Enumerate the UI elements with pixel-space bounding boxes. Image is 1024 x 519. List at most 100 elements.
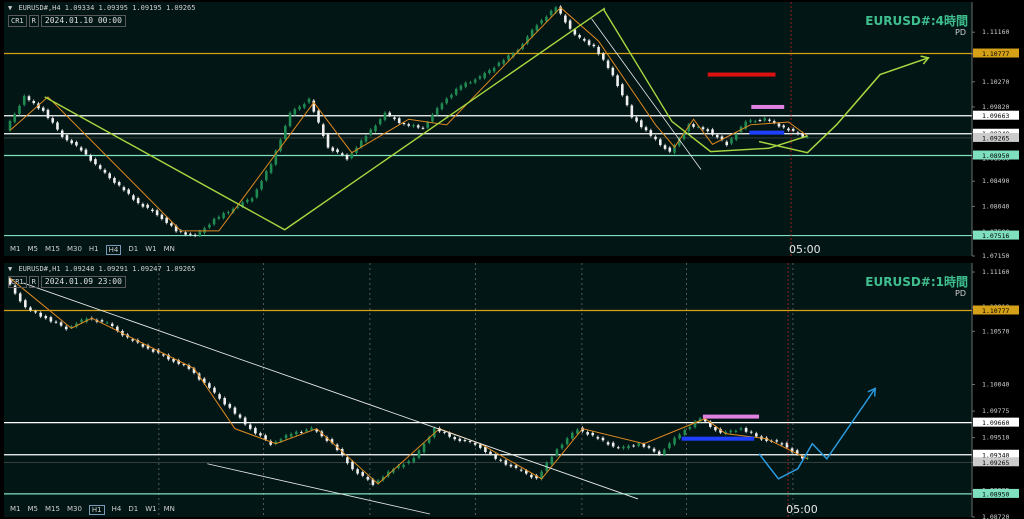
timeframe-m15-button[interactable]: M15 (45, 245, 60, 255)
candle-body (489, 451, 492, 455)
candle-body (701, 127, 705, 130)
candle-body (402, 464, 405, 468)
timeframe-m5-button[interactable]: M5 (28, 505, 39, 515)
h4-plot-area[interactable]: 1.111601.107701.102701.098201.093701.089… (4, 2, 1019, 260)
candle-body (298, 106, 301, 110)
candle-body (412, 125, 415, 127)
candle-body (663, 449, 666, 455)
timeframe-m1-button[interactable]: M1 (10, 245, 21, 255)
candle-body (715, 134, 719, 138)
dropdown-triangle-icon[interactable]: ▼ (8, 4, 12, 12)
candle-body (378, 119, 382, 125)
candle-body (127, 189, 130, 194)
timeframe-m5-button[interactable]: M5 (28, 245, 39, 255)
candle-body (284, 435, 288, 439)
timeframe-m30-button[interactable]: M30 (67, 245, 82, 255)
candle-body (402, 123, 406, 125)
timeframe-mn-button[interactable]: MN (164, 505, 175, 515)
candle-body (336, 149, 339, 153)
candle-body (706, 129, 710, 132)
price-tick-label: 1.10270 (982, 78, 1009, 86)
candle-body (184, 232, 187, 235)
candle-body (711, 129, 714, 135)
h4-r-button[interactable]: R (28, 15, 39, 27)
candle-body (673, 437, 676, 445)
candle-body (725, 141, 729, 146)
candle-body (473, 79, 477, 83)
timeframe-w1-button[interactable]: W1 (145, 245, 156, 255)
candle-body (555, 449, 559, 456)
candle-body (421, 127, 425, 129)
candle-body (246, 199, 249, 203)
candle-body (340, 153, 344, 155)
timeframe-m15-button[interactable]: M15 (45, 505, 60, 515)
zigzag-line (9, 277, 808, 485)
candle-body (165, 217, 168, 223)
candle-body (32, 100, 36, 104)
h1-date-label: 2024.01.09 23:00 (40, 276, 126, 288)
candle-body (212, 218, 216, 225)
timeframe-d1-button[interactable]: D1 (128, 245, 138, 255)
candle-body (514, 465, 518, 468)
candle-body (208, 383, 211, 388)
h4-chart-svg[interactable]: 1.111601.107701.102701.098201.093701.089… (4, 2, 1024, 260)
timeframe-m30-button[interactable]: M30 (67, 505, 82, 515)
candle-body (122, 187, 126, 191)
candle-body (13, 114, 17, 122)
h1-chart-svg[interactable]: 1.111601.108101.105701.100401.097751.095… (4, 263, 1024, 519)
candle-body (540, 20, 543, 24)
price-tick-label: 1.10570 (982, 327, 1009, 335)
candle-body (39, 312, 42, 317)
candle-body (714, 427, 717, 431)
candle-body (730, 138, 733, 144)
candle-body (507, 55, 510, 60)
candle-body (84, 149, 88, 155)
candle-body (464, 82, 467, 87)
dropdown-triangle-icon[interactable]: ▼ (8, 265, 12, 273)
price-tick-label: 1.11160 (982, 28, 1009, 36)
h4-symbol-text: EURUSD#,H4 1.09334 1.09395 1.09195 1.092… (18, 4, 196, 12)
candle-body (346, 457, 349, 464)
candle-body (583, 38, 586, 41)
candle-body (606, 442, 610, 445)
candle-body (621, 84, 624, 96)
price-tick-label: 1.09820 (982, 103, 1009, 111)
timeframe-h4-button[interactable]: H4 (112, 505, 122, 515)
candle-body (468, 440, 472, 442)
timeframe-h1-button[interactable]: H1 (88, 505, 105, 515)
h4-chart-pane[interactable]: 1.111601.107701.102701.098201.093701.089… (0, 0, 1024, 260)
candle-body (49, 317, 53, 322)
h4-cr-button[interactable]: CR1 (8, 15, 27, 27)
timeframe-mn-button[interactable]: MN (164, 245, 175, 255)
candle-body (499, 459, 503, 461)
candle-body (768, 119, 771, 121)
timeframe-h1-button[interactable]: H1 (89, 245, 99, 255)
zone-marker (707, 72, 776, 77)
candle-body (777, 123, 781, 127)
h1-plot-area[interactable]: 1.111601.108101.105701.100401.097751.095… (4, 263, 1019, 519)
candle-body (642, 443, 646, 447)
candle-body (302, 104, 306, 108)
candle-body (18, 105, 21, 114)
timeframe-m1-button[interactable]: M1 (10, 505, 21, 515)
candle-body (416, 125, 420, 128)
candle-body (622, 446, 625, 449)
candle-body (545, 16, 548, 22)
h1-cr-button[interactable]: CR1 (8, 276, 27, 288)
candle-body (217, 216, 221, 219)
candle-body (75, 141, 78, 146)
h1-r-button[interactable]: R (28, 276, 39, 288)
candle-body (300, 431, 303, 433)
price-level-tag-label: 1.09265 (982, 459, 1009, 467)
candle-body (586, 432, 589, 435)
h1-symbol-text: EURUSD#,H1 1.09248 1.09291 1.09247 1.092… (18, 265, 196, 273)
zone-marker (751, 104, 785, 109)
timeframe-d1-button[interactable]: D1 (128, 505, 138, 515)
candle-body (151, 349, 155, 352)
timeframe-h4-button[interactable]: H4 (105, 245, 122, 255)
candle-body (89, 155, 92, 161)
candle-body (141, 203, 145, 207)
candle-body (663, 145, 667, 149)
h1-chart-pane[interactable]: 1.111601.108101.105701.100401.097751.095… (0, 261, 1024, 519)
timeframe-w1-button[interactable]: W1 (145, 505, 156, 515)
